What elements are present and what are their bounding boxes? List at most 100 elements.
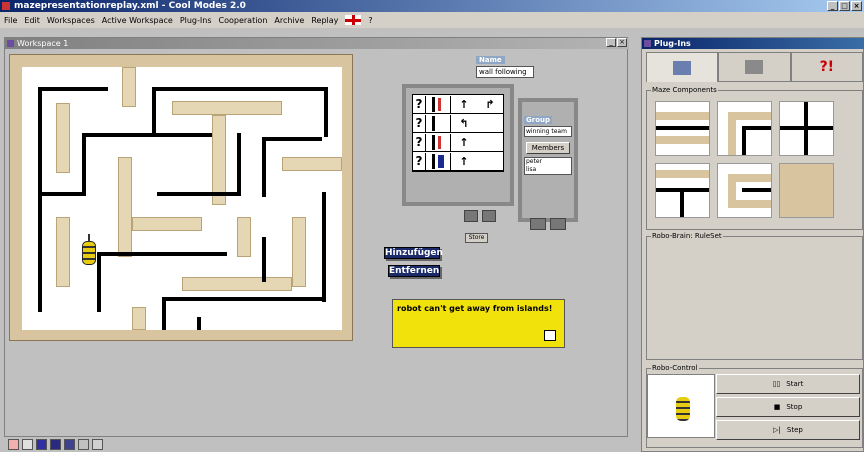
start-button[interactable]: ▯▯ Start	[716, 374, 860, 394]
maze-stone	[182, 277, 292, 291]
maze-wall	[38, 87, 108, 91]
robo-control-label: Robo-Control	[651, 364, 699, 372]
maze-wall	[157, 192, 241, 196]
menu-archive[interactable]: Archive	[274, 16, 304, 25]
close-button[interactable]: ×	[851, 1, 862, 11]
maximize-button[interactable]: □	[839, 1, 850, 11]
remove-button[interactable]: Entfernen	[388, 265, 440, 277]
maze-wall	[322, 192, 326, 302]
group-label: Group	[524, 116, 553, 124]
group-name-input[interactable]: winning team	[524, 126, 572, 137]
rule-row[interactable]: ? ↑ ↱	[413, 95, 503, 114]
tool-icon[interactable]	[8, 439, 19, 450]
maze-components-label: Maze Components	[651, 86, 718, 94]
maze-wall	[152, 87, 327, 91]
rule-row[interactable]: ? ↑	[413, 133, 503, 152]
maze-wall	[82, 133, 212, 137]
rule-condition-icon	[425, 152, 451, 170]
workspace-icon	[7, 40, 14, 47]
maze-board[interactable]	[9, 54, 353, 341]
rules-plugin-icon: ?!	[819, 59, 835, 75]
robot-icon	[676, 397, 690, 421]
maze-component[interactable]	[779, 101, 834, 156]
menu-replay[interactable]: Replay	[311, 16, 338, 25]
rule-row[interactable]: ? ↑	[413, 152, 503, 171]
maze-wall	[162, 297, 166, 330]
maze-stone	[172, 101, 282, 115]
menu-file[interactable]: File	[4, 16, 17, 25]
maze-stone	[56, 217, 70, 287]
maze-component[interactable]	[655, 163, 710, 218]
robot-preview	[647, 374, 715, 438]
maze-component[interactable]	[655, 101, 710, 156]
tab-maze[interactable]	[646, 52, 719, 82]
rule-condition-icon	[425, 95, 451, 113]
note-icon[interactable]	[544, 330, 556, 341]
minimize-button[interactable]: _	[827, 1, 838, 11]
note-card[interactable]: robot can't get away from islands!	[392, 299, 565, 348]
robot[interactable]	[82, 234, 96, 265]
maze-wall	[97, 252, 101, 312]
member-item[interactable]: lisa	[526, 166, 571, 174]
tool-icon[interactable]	[92, 439, 103, 450]
stop-button[interactable]: ■ Stop	[716, 397, 860, 417]
menu-help[interactable]: ?	[368, 16, 372, 25]
bottom-toolbar	[8, 439, 103, 452]
add-button[interactable]: Hinzufügen	[384, 247, 443, 259]
tool-icon[interactable]	[64, 439, 75, 450]
workspace-title: Workspace 1	[17, 39, 69, 48]
maze-stone	[56, 103, 70, 173]
menu-cooperation[interactable]: Cooperation	[219, 16, 268, 25]
group-remove-button[interactable]	[550, 218, 566, 230]
maze-wall	[262, 237, 266, 282]
rule-down-button[interactable]	[482, 210, 496, 222]
rule-name-input[interactable]: wall following	[476, 66, 534, 78]
tool-icon[interactable]	[36, 439, 47, 450]
rule-row[interactable]: ? ↰	[413, 114, 503, 133]
step-button[interactable]: ▷| Step	[716, 420, 860, 440]
rule-name-label: Name	[476, 56, 505, 64]
member-item[interactable]: peter	[526, 158, 571, 166]
workspace-minimize-button[interactable]: _	[606, 38, 616, 47]
maze-component[interactable]	[717, 163, 772, 218]
plugins-icon	[644, 40, 651, 47]
menubar: File Edit Workspaces Active Workspace Pl…	[0, 12, 864, 28]
language-flag-icon[interactable]	[345, 15, 362, 25]
menu-edit[interactable]: Edit	[24, 16, 40, 25]
plugins-titlebar: Plug-Ins	[642, 38, 864, 49]
rule-condition-icon	[425, 114, 451, 132]
tab-rules[interactable]: ?!	[790, 52, 863, 82]
store-button[interactable]: Store	[465, 233, 488, 243]
robot-plugin-icon	[745, 60, 764, 74]
maze-stone	[292, 217, 306, 287]
ruleset-section: Robo-Brain: RuleSet	[646, 232, 863, 360]
plugins-panel: Plug-Ins ?! Maze Components Robo-Brain: …	[641, 37, 864, 452]
step-icon: ▷|	[773, 426, 781, 434]
tool-icon[interactable]	[22, 439, 33, 450]
maze-wall	[152, 87, 156, 137]
members-list[interactable]: peter lisa	[524, 157, 572, 175]
members-button[interactable]: Members	[526, 142, 570, 154]
app-title: mazepresentationreplay.xml - Cool Modes …	[14, 1, 246, 11]
maze-component[interactable]	[779, 163, 834, 218]
rule-up-button[interactable]	[464, 210, 478, 222]
menu-active-workspace[interactable]: Active Workspace	[102, 16, 173, 25]
maze-component[interactable]	[717, 101, 772, 156]
maze-wall	[237, 133, 241, 193]
maze-components-section: Maze Components	[646, 86, 863, 230]
maze-stone	[118, 157, 132, 257]
maze-stone	[282, 157, 342, 171]
tool-icon[interactable]	[78, 439, 89, 450]
menu-workspaces[interactable]: Workspaces	[47, 16, 95, 25]
tab-robot[interactable]	[718, 52, 791, 82]
group-add-button[interactable]	[530, 218, 546, 230]
plugins-title: Plug-Ins	[654, 39, 691, 48]
maze-stone	[132, 217, 202, 231]
workspace-close-button[interactable]: ×	[617, 38, 627, 47]
group-panel: Group winning team Members peter lisa	[518, 98, 578, 222]
maze-wall	[262, 137, 322, 141]
plugin-tabs: ?!	[646, 52, 863, 82]
menu-plug-ins[interactable]: Plug-Ins	[180, 16, 212, 25]
tool-icon[interactable]	[50, 439, 61, 450]
maze-wall	[262, 137, 266, 197]
